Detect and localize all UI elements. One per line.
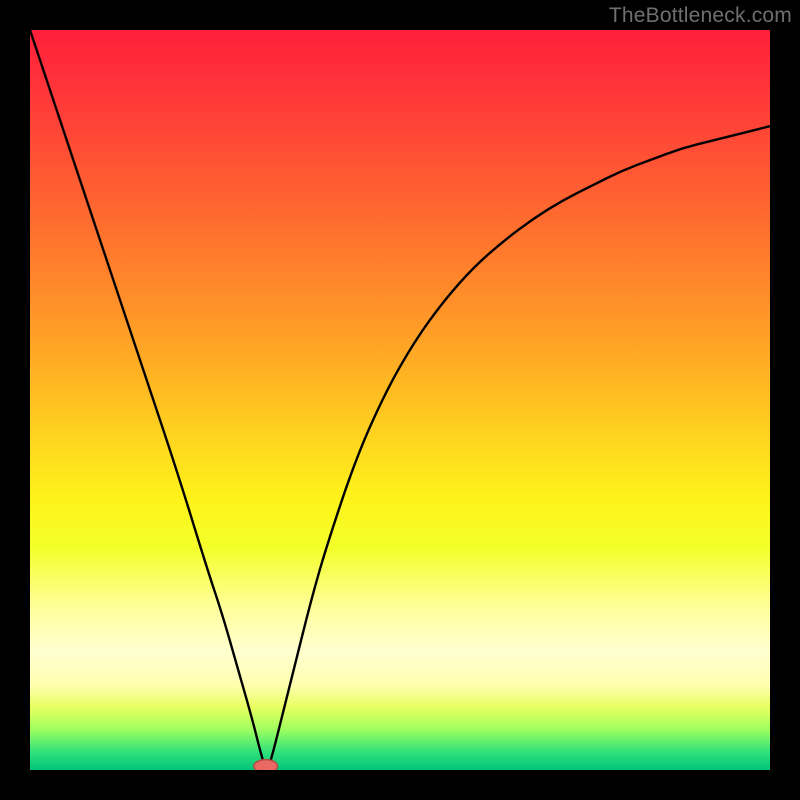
- bottleneck-chart: [30, 30, 770, 770]
- gradient-background: [30, 30, 770, 770]
- plot-area: [30, 30, 770, 770]
- watermark-text: TheBottleneck.com: [609, 4, 792, 28]
- minimum-marker: [254, 760, 278, 770]
- chart-frame: TheBottleneck.com: [0, 0, 800, 800]
